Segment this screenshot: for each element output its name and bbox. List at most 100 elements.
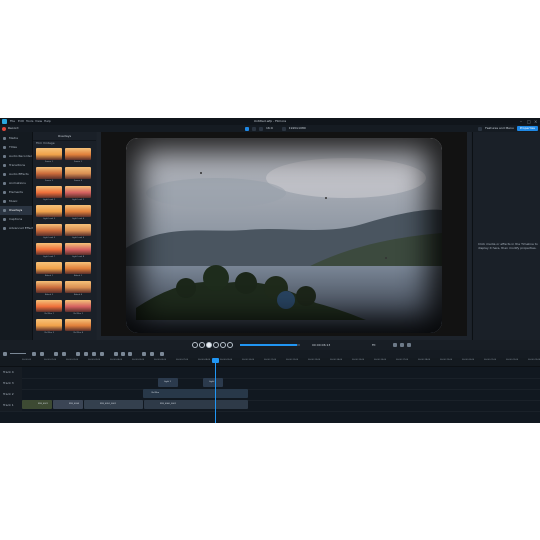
zoom-fit-select[interactable]: Fit — [372, 342, 390, 348]
zoom-in-icon[interactable] — [32, 352, 36, 356]
playhead[interactable] — [215, 358, 216, 423]
audio-mix-icon[interactable] — [150, 352, 154, 356]
sidebar-item-animations[interactable]: Animations — [0, 179, 32, 188]
features-menu-button[interactable]: Features and Menu — [485, 125, 514, 132]
sidebar-item-media[interactable]: Media — [0, 134, 32, 143]
overlay-thumbnail[interactable] — [65, 186, 91, 198]
minimize-icon[interactable]: – — [520, 118, 522, 125]
timeline-clip[interactable]: IMG_0052_0001 — [84, 400, 143, 409]
thumbnail-label: Bokeh 4 — [73, 294, 83, 296]
timeline-clip[interactable]: Light 2 — [203, 378, 223, 387]
marker-icon[interactable] — [128, 352, 132, 356]
overlay-thumbnail[interactable] — [65, 243, 91, 255]
snap-icon[interactable] — [142, 352, 146, 356]
monitor-icon[interactable] — [245, 126, 249, 131]
snapshot-icon[interactable] — [393, 343, 397, 347]
menu-edit[interactable]: Edit — [18, 118, 24, 125]
overlay-thumbnail[interactable] — [65, 300, 91, 312]
ruler-tick-label: 00:00:07:00 — [176, 359, 189, 361]
menu-help[interactable]: Help — [44, 118, 51, 125]
undo-icon[interactable] — [54, 352, 58, 356]
overlay-thumbnail[interactable] — [36, 205, 62, 217]
properties-panel: Click media or effects in the Timeline t… — [472, 132, 540, 340]
menu-tools[interactable]: Tools — [26, 118, 33, 125]
clip-label: IMG_0021 — [38, 403, 48, 405]
overlay-thumbnail[interactable] — [36, 262, 62, 274]
close-icon[interactable]: × — [534, 118, 537, 125]
redo-icon[interactable] — [62, 352, 66, 356]
skip-forward-icon[interactable] — [227, 342, 233, 348]
clip-label: IMG_0052_0001 — [100, 403, 117, 405]
sidebar-item-overlays[interactable]: Overlays — [0, 206, 32, 215]
sidebar-item-captions[interactable]: Captions — [0, 215, 32, 224]
sidebar-item-audio-recorder[interactable]: Audio Recorder — [0, 152, 32, 161]
overlay-thumbnail[interactable] — [65, 262, 91, 274]
zoom-out-icon[interactable] — [3, 352, 7, 356]
sidebar-item-advanced-effects[interactable]: Advanced Effects — [0, 224, 35, 233]
resolution-label[interactable]: 1920x1080 — [289, 125, 306, 132]
properties-button[interactable]: Properties — [516, 126, 538, 131]
play-button[interactable] — [206, 342, 212, 348]
overlay-thumbnail[interactable] — [36, 186, 62, 198]
ruler-tick-label: 00:00:11:00 — [264, 359, 277, 361]
timeline-clip[interactable]: IMG_0034 — [53, 400, 83, 409]
overlay-thumbnail[interactable] — [65, 281, 91, 293]
lock-icon[interactable] — [100, 352, 104, 356]
resolution-icon[interactable] — [281, 126, 286, 131]
track-1[interactable]: Track 1 IMG_0021 IMG_0034 IMG_0052_0001 … — [0, 400, 540, 412]
sidebar-item-audio-effects[interactable]: Audio Effects — [0, 170, 32, 179]
microphone-icon — [3, 155, 6, 158]
overlay-thumbnail[interactable] — [65, 148, 91, 160]
timeline-clip[interactable]: Light 1 — [158, 378, 178, 387]
crop-icon[interactable] — [252, 126, 256, 131]
crop-clip-icon[interactable] — [92, 352, 96, 356]
fullscreen-icon[interactable] — [407, 343, 411, 347]
skip-back-icon[interactable] — [192, 342, 198, 348]
overlay-thumbnail[interactable] — [36, 148, 62, 160]
features-icon[interactable] — [478, 126, 483, 131]
step-back-icon[interactable] — [199, 342, 205, 348]
sidebar-item-transitions[interactable]: Transitions — [0, 161, 32, 170]
preview-canvas[interactable] — [101, 132, 467, 336]
overlay-thumbnail[interactable] — [65, 224, 91, 236]
ruler-tick-label: 00:00:18:00 — [418, 359, 431, 361]
overlay-thumbnail[interactable] — [36, 281, 62, 293]
filter-tabs[interactable]: Film Vintage — [36, 141, 92, 146]
mark-in-icon[interactable] — [114, 352, 118, 356]
step-forward-icon[interactable] — [220, 342, 226, 348]
maximize-icon[interactable]: □ — [527, 118, 531, 125]
volume-icon[interactable] — [400, 343, 404, 347]
thumbnail-label: Frame 3 — [44, 180, 54, 182]
overlay-thumbnail[interactable] — [65, 167, 91, 179]
fit-timeline-icon[interactable] — [40, 352, 44, 356]
sidebar-item-label: Audio Effects — [9, 172, 29, 176]
overlay-thumbnail[interactable] — [36, 300, 62, 312]
sidebar-item-elements[interactable]: Elements — [0, 188, 32, 197]
aspect-ratio-label[interactable]: 16:9 — [266, 125, 273, 132]
timeline-ruler[interactable]: 00:00:00 00:00:01:00 00:00:02:00 00:00:03:0… — [0, 358, 540, 367]
stop-icon[interactable] — [213, 342, 219, 348]
timeline-clip[interactable]: Old Film — [143, 389, 248, 398]
overlay-thumbnail[interactable] — [36, 224, 62, 236]
overlay-thumbnail[interactable] — [36, 167, 62, 179]
playback-progress[interactable] — [240, 344, 300, 346]
sidebar-item-titles[interactable]: Titles — [0, 143, 32, 152]
overlay-thumbnail[interactable] — [65, 205, 91, 217]
pin-icon[interactable] — [160, 352, 164, 356]
playhead-handle[interactable] — [212, 358, 219, 363]
delete-icon[interactable] — [76, 352, 80, 356]
menu-view[interactable]: View — [35, 118, 42, 125]
record-button[interactable]: Record — [2, 126, 18, 131]
split-icon[interactable] — [84, 352, 88, 356]
overlay-thumbnail[interactable] — [65, 319, 91, 331]
timeline-clip[interactable]: IMG_0060_0001 — [144, 400, 248, 409]
zoom-slider[interactable] — [10, 353, 26, 354]
overlay-thumbnail[interactable] — [36, 319, 62, 331]
aspect-icon[interactable] — [259, 126, 263, 131]
menu-file[interactable]: File — [10, 118, 15, 125]
thumbnail-label: Light Leak 3 — [42, 218, 56, 220]
sidebar-item-music[interactable]: Music — [0, 197, 32, 206]
timeline-clip[interactable]: IMG_0021 — [22, 400, 52, 409]
overlay-thumbnail[interactable] — [36, 243, 62, 255]
mark-out-icon[interactable] — [121, 352, 125, 356]
